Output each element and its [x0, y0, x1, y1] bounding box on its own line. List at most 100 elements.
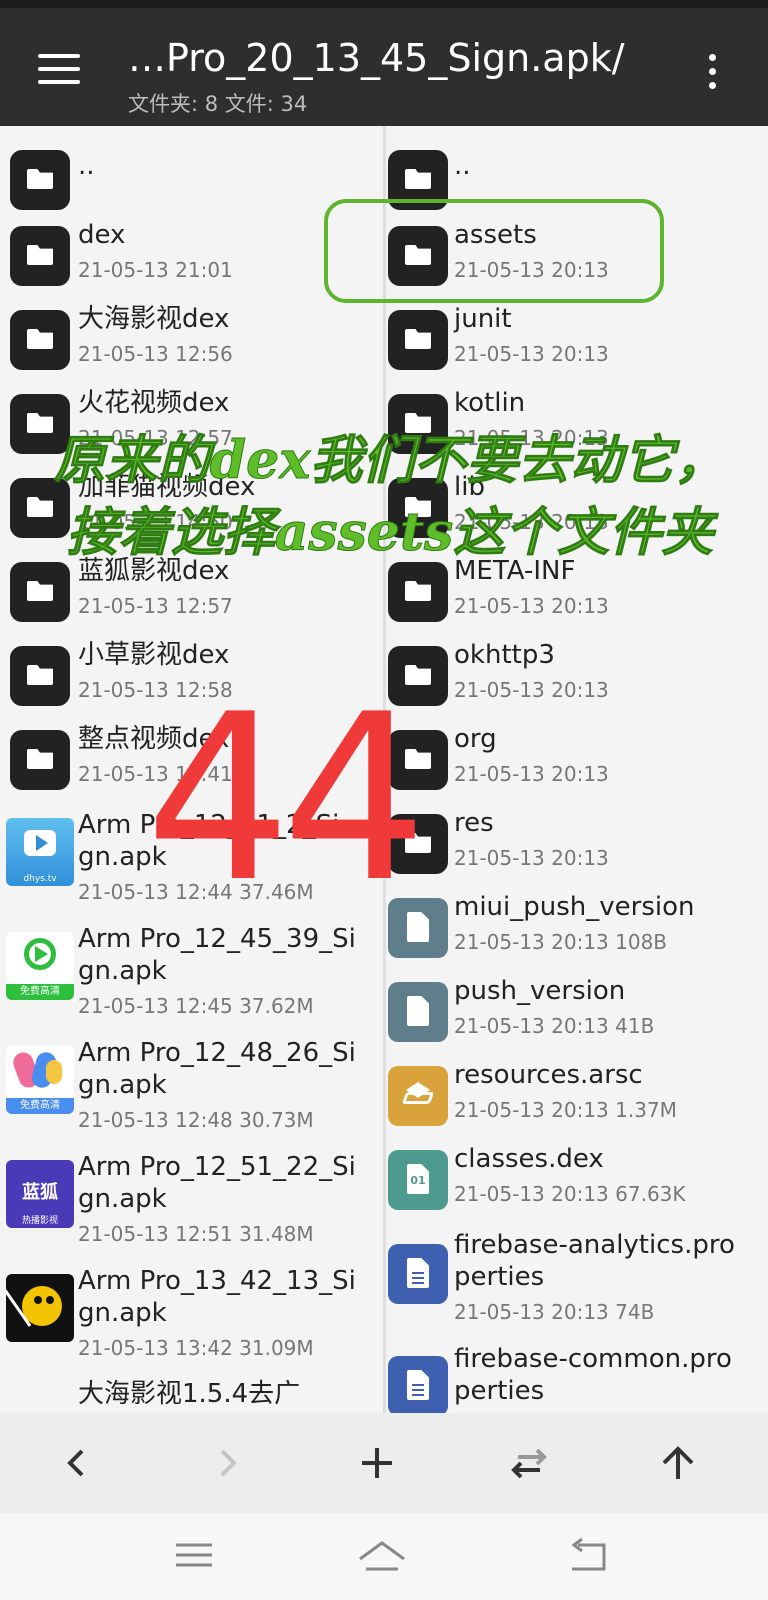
item-name-line2: gn.apk [78, 1298, 167, 1328]
item-name: 火花视频dex [78, 388, 230, 418]
item-meta: 21-05-13 12:51 31.48M [78, 1222, 314, 1246]
list-item-file[interactable]: push_version 21-05-13 20:13 41B [386, 976, 768, 1062]
item-meta: 21-05-13 20:13 41B [454, 1014, 655, 1038]
list-item[interactable]: junit 21-05-13 20:13 [386, 304, 768, 390]
item-name: res [454, 808, 494, 838]
item-name: resources.arsc [454, 1060, 643, 1090]
item-name: Arm Pro_12_48_26_Si [78, 1038, 356, 1068]
item-meta: 21-05-13 12:48 30.73M [78, 1108, 314, 1132]
item-name: Arm Pro_13_42_13_Si [78, 1266, 356, 1296]
item-name: kotlin [454, 388, 526, 418]
app-icon-label: 蓝狐 [22, 1182, 58, 1203]
item-name: classes.dex [454, 1144, 604, 1174]
item-name: dex [78, 220, 126, 250]
folder-icon [10, 150, 70, 210]
app-bar: …Pro_20_13_45_Sign.apk/ 文件夹: 8 文件: 34 [0, 8, 768, 126]
arrow-up-icon[interactable] [653, 1443, 703, 1483]
item-name: .. [78, 151, 95, 181]
folder-icon [10, 310, 70, 370]
app-icon-dhys: dhys.tv [6, 818, 74, 886]
list-item[interactable]: res 21-05-13 20:13 [386, 808, 768, 894]
list-item-file[interactable]: resources.arsc 21-05-13 20:13 1.37M [386, 1060, 768, 1146]
item-name: Arm Pro_12_51_22_Si [78, 1152, 356, 1182]
item-name: firebase-common.pro [454, 1344, 732, 1374]
item-name: 大海影视1.5.4去广 [78, 1379, 301, 1409]
item-meta: 21-05-13 20:13 [454, 678, 609, 702]
item-meta: 21-05-13 13:42 31.09M [78, 1336, 314, 1360]
list-item-apk[interactable]: 大海影视1.5.4去广 [0, 1379, 383, 1413]
item-name-line2: perties [454, 1262, 545, 1292]
app-icon-label: 免费高清 [6, 984, 74, 1000]
folder-icon [10, 562, 70, 622]
step-number: 44 [145, 666, 428, 933]
item-meta: 21-05-13 20:13 [454, 594, 609, 618]
list-item[interactable]: org 21-05-13 20:13 [386, 724, 768, 810]
list-item[interactable]: 蓝狐影视dex 21-05-13 12:57 [0, 556, 383, 642]
doc-icon [388, 1244, 448, 1304]
layers-icon [388, 1066, 448, 1126]
list-item-file[interactable]: 01 classes.dex 21-05-13 20:13 67.63K [386, 1144, 768, 1230]
item-name-line2: gn.apk [78, 956, 167, 986]
item-meta: 21-05-13 20:13 67.63K [454, 1182, 686, 1206]
item-meta: 21-05-13 21:01 [78, 258, 233, 282]
folder-icon [10, 226, 70, 286]
app-icon-sublabel: 热播影视 [21, 1216, 58, 1226]
item-name-line2: gn.apk [78, 1184, 167, 1214]
plus-icon[interactable] [352, 1443, 402, 1483]
hamburger-icon[interactable] [38, 54, 82, 88]
app-icon-colorful: 免费高清 [6, 1046, 74, 1114]
dex-glyph: 01 [410, 1174, 426, 1187]
folder-icon [10, 730, 70, 790]
file-icon [388, 982, 448, 1042]
item-meta: 21-05-13 12:57 [78, 594, 233, 618]
item-meta: 21-05-13 12:56 [78, 342, 233, 366]
item-meta: 21-05-13 12:45 37.62M [78, 994, 314, 1018]
list-item-apk[interactable]: 免费高清 Arm Pro_12_48_26_Si gn.apk 21-05-13… [0, 1038, 383, 1152]
recents-icon[interactable] [172, 1535, 216, 1575]
item-meta: 21-05-13 20:13 [454, 846, 609, 870]
item-meta: 21-05-13 20:13 1.37M [454, 1098, 677, 1122]
swap-icon[interactable] [504, 1443, 554, 1483]
item-meta: 21-05-13 20:13 108B [454, 930, 668, 954]
system-nav-bar [0, 1513, 768, 1600]
item-meta: 21-05-13 20:13 74B [454, 1300, 655, 1324]
item-name-line2: gn.apk [78, 1070, 167, 1100]
list-item-file[interactable]: firebase-analytics.pro perties 21-05-13 … [386, 1230, 768, 1344]
list-item-file[interactable]: firebase-common.pro perties [386, 1344, 768, 1413]
item-name: push_version [454, 976, 626, 1006]
more-vert-icon[interactable] [704, 50, 720, 94]
right-pane[interactable]: .. assets 21-05-13 20:13 junit 21-05-13 … [386, 126, 768, 1413]
item-name: miui_push_version [454, 892, 695, 922]
item-name: okhttp3 [454, 640, 555, 670]
home-icon[interactable] [356, 1535, 408, 1575]
assets-highlight-box [324, 199, 664, 303]
list-item-apk[interactable]: 蓝狐 热播影视 Arm Pro_12_51_22_Si gn.apk 21-05… [0, 1152, 383, 1266]
list-item[interactable]: okhttp3 21-05-13 20:13 [386, 640, 768, 726]
item-meta: 21-05-13 20:13 [454, 762, 609, 786]
app-icon-play: 免费高清 [6, 932, 74, 1000]
dex-file-icon: 01 [388, 1150, 448, 1210]
list-item-apk[interactable]: Arm Pro_13_42_13_Si gn.apk 21-05-13 13:4… [0, 1266, 383, 1380]
chevron-left-icon[interactable] [52, 1443, 102, 1483]
list-item-file[interactable]: miui_push_version 21-05-13 20:13 108B [386, 892, 768, 978]
list-item[interactable]: 大海影视dex 21-05-13 12:56 [0, 304, 383, 390]
list-item-parent[interactable]: .. [0, 138, 383, 218]
doc-icon [388, 1356, 448, 1413]
back-icon[interactable] [566, 1535, 610, 1575]
item-name: junit [454, 304, 512, 334]
bottom-toolbar [0, 1413, 768, 1513]
annotation-text: 原来的dex我们不要去动它，接着选择assets这个文件夹 [53, 430, 727, 564]
app-icon-label: dhys.tv [23, 874, 57, 884]
item-name-line2: perties [454, 1376, 545, 1406]
item-name: org [454, 724, 497, 754]
item-name: 大海影视dex [78, 304, 230, 334]
app-icon-label: 免费高清 [6, 1098, 74, 1114]
chevron-right-icon[interactable] [202, 1443, 252, 1483]
list-item-apk[interactable]: 免费高清 Arm Pro_12_45_39_Si gn.apk 21-05-13… [0, 924, 383, 1038]
app-icon-clock [6, 1274, 74, 1342]
list-item[interactable]: META-INF 21-05-13 20:13 [386, 556, 768, 642]
folder-icon [388, 310, 448, 370]
item-name: .. [454, 151, 471, 181]
path-title: …Pro_20_13_45_Sign.apk/ [128, 36, 625, 80]
item-meta: 21-05-13 20:13 [454, 342, 609, 366]
